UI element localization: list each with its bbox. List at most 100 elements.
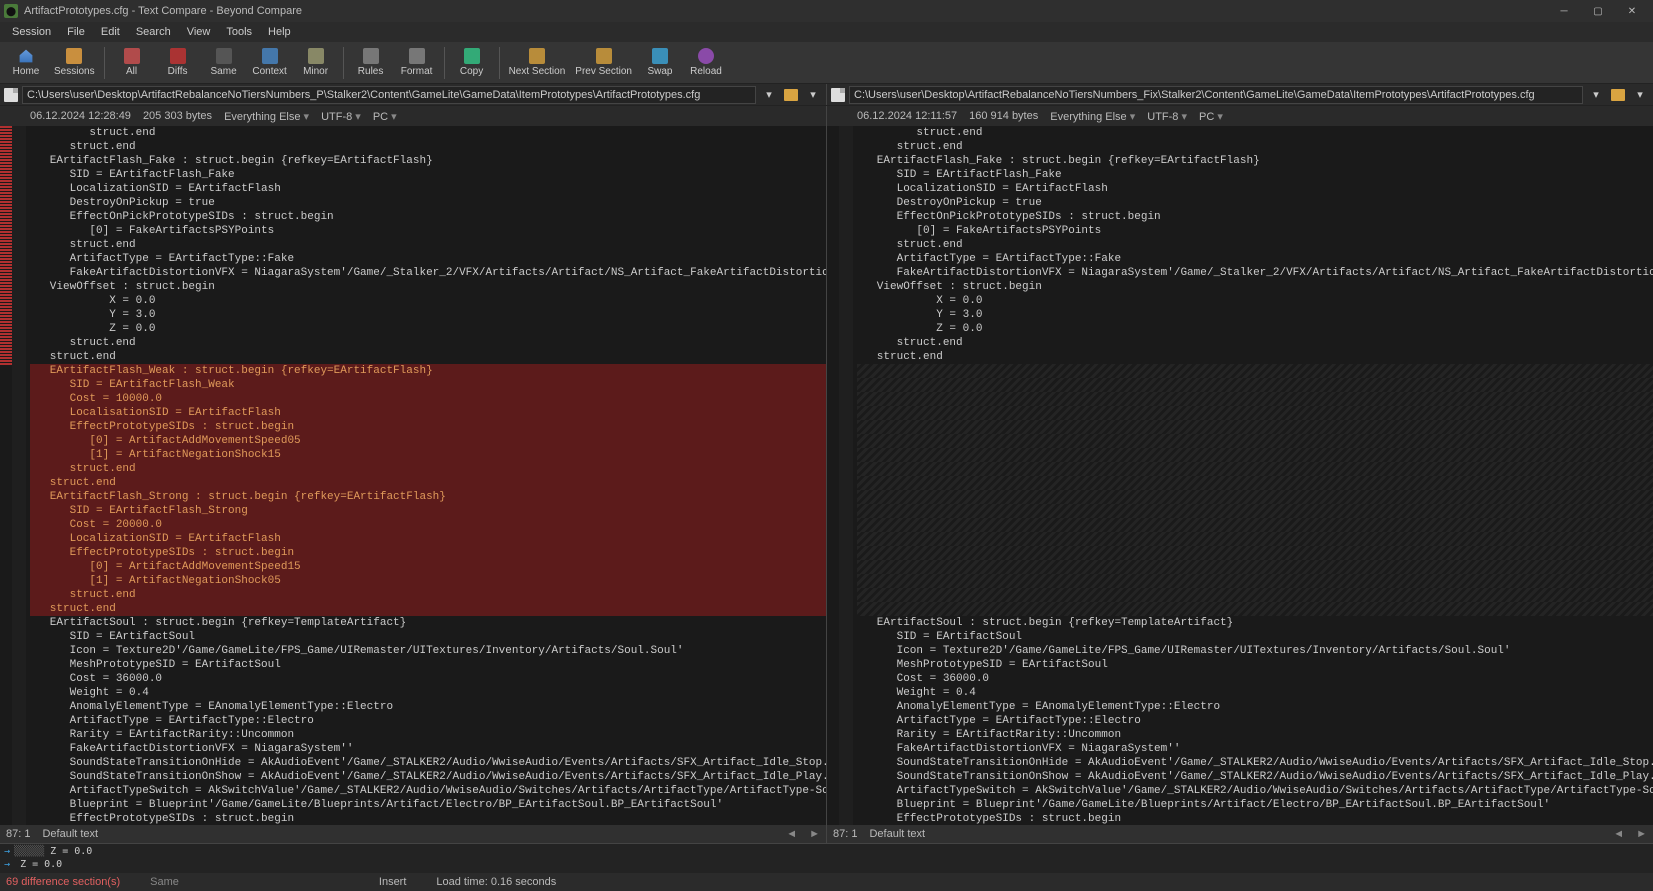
code-line[interactable] bbox=[857, 420, 1653, 434]
code-line[interactable]: EArtifactFlash_Weak : struct.begin {refk… bbox=[30, 364, 826, 378]
thumb-diff-mark[interactable] bbox=[0, 327, 12, 329]
menu-view[interactable]: View bbox=[179, 26, 219, 38]
code-line[interactable]: FakeArtifactDistortionVFX = NiagaraSyste… bbox=[857, 742, 1653, 756]
thumb-diff-mark[interactable] bbox=[0, 303, 12, 305]
code-line[interactable]: ArtifactTypeSwitch = AkSwitchValue'/Game… bbox=[857, 784, 1653, 798]
thumb-diff-mark[interactable] bbox=[0, 348, 12, 350]
thumb-diff-mark[interactable] bbox=[0, 135, 12, 137]
code-line[interactable]: EArtifactSoul : struct.begin {refkey=Tem… bbox=[30, 616, 826, 630]
thumb-diff-mark[interactable] bbox=[0, 276, 12, 278]
code-line[interactable]: Weight = 0.4 bbox=[857, 686, 1653, 700]
code-line[interactable]: Cost = 36000.0 bbox=[30, 672, 826, 686]
thumb-diff-mark[interactable] bbox=[0, 345, 12, 347]
code-line[interactable]: [0] = ArtifactAddMovementSpeed05 bbox=[30, 434, 826, 448]
code-line[interactable]: X = 0.0 bbox=[857, 294, 1653, 308]
code-line[interactable] bbox=[857, 546, 1653, 560]
thumb-diff-mark[interactable] bbox=[0, 363, 12, 365]
code-line[interactable] bbox=[857, 364, 1653, 378]
code-line[interactable]: ArtifactType = EArtifactType::Electro bbox=[30, 714, 826, 728]
code-line[interactable]: EArtifactFlash_Fake : struct.begin {refk… bbox=[30, 154, 826, 168]
thumb-diff-mark[interactable] bbox=[0, 351, 12, 353]
toolbar-home[interactable]: Home bbox=[4, 43, 48, 83]
toolbar-all[interactable]: All bbox=[110, 43, 154, 83]
thumb-diff-mark[interactable] bbox=[0, 315, 12, 317]
code-line[interactable]: EffectOnPickPrototypeSIDs : struct.begin bbox=[857, 210, 1653, 224]
thumb-diff-mark[interactable] bbox=[0, 156, 12, 158]
code-line[interactable]: Z = 0.0 bbox=[857, 322, 1653, 336]
thumb-diff-mark[interactable] bbox=[0, 336, 12, 338]
thumb-diff-mark[interactable] bbox=[0, 225, 12, 227]
code-line[interactable]: EArtifactFlash_Fake : struct.begin {refk… bbox=[857, 154, 1653, 168]
menu-file[interactable]: File bbox=[59, 26, 93, 38]
code-line[interactable]: struct.end bbox=[857, 238, 1653, 252]
code-line[interactable]: AnomalyElementType = EAnomalyElementType… bbox=[30, 700, 826, 714]
menu-session[interactable]: Session bbox=[4, 26, 59, 38]
thumb-diff-mark[interactable] bbox=[0, 279, 12, 281]
code-line[interactable]: EArtifactFlash_Strong : struct.begin {re… bbox=[30, 490, 826, 504]
code-line[interactable]: Blueprint = Blueprint'/Game/GameLite/Blu… bbox=[30, 798, 826, 812]
toolbar-reload[interactable]: Reload bbox=[684, 43, 728, 83]
code-line[interactable]: struct.end bbox=[30, 350, 826, 364]
right-path-menu[interactable]: ▾ bbox=[1631, 86, 1649, 104]
toolbar-context[interactable]: Context bbox=[248, 43, 292, 83]
thumb-diff-mark[interactable] bbox=[0, 267, 12, 269]
right-encoding-dropdown[interactable]: UTF-8 bbox=[1147, 110, 1187, 123]
code-line[interactable]: struct.end bbox=[30, 238, 826, 252]
code-line[interactable]: Cost = 36000.0 bbox=[857, 672, 1653, 686]
toolbar-prev-section[interactable]: Prev Section bbox=[571, 43, 636, 83]
thumb-diff-mark[interactable] bbox=[0, 147, 12, 149]
left-encoding-dropdown[interactable]: UTF-8 bbox=[321, 110, 361, 123]
code-line[interactable]: SID = EArtifactFlash_Fake bbox=[857, 168, 1653, 182]
thumb-diff-mark[interactable] bbox=[0, 192, 12, 194]
thumb-diff-mark[interactable] bbox=[0, 171, 12, 173]
code-line[interactable]: Weight = 0.4 bbox=[30, 686, 826, 700]
code-line[interactable] bbox=[857, 588, 1653, 602]
thumb-diff-mark[interactable] bbox=[0, 228, 12, 230]
code-line[interactable]: [0] = FakeArtifactsPSYPoints bbox=[30, 224, 826, 238]
code-line[interactable]: X = 0.0 bbox=[30, 294, 826, 308]
thumb-diff-mark[interactable] bbox=[0, 180, 12, 182]
thumb-diff-mark[interactable] bbox=[0, 126, 12, 128]
thumb-diff-mark[interactable] bbox=[0, 285, 12, 287]
close-button[interactable]: ✕ bbox=[1615, 0, 1649, 22]
code-line[interactable]: AnomalyElementType = EAnomalyElementType… bbox=[857, 700, 1653, 714]
code-line[interactable] bbox=[857, 406, 1653, 420]
thumb-diff-mark[interactable] bbox=[0, 219, 12, 221]
thumb-diff-mark[interactable] bbox=[0, 354, 12, 356]
center-thumbnail[interactable] bbox=[827, 126, 839, 825]
code-line[interactable]: SID = EArtifactSoul bbox=[30, 630, 826, 644]
code-line[interactable]: ViewOffset : struct.begin bbox=[857, 280, 1653, 294]
thumb-diff-mark[interactable] bbox=[0, 207, 12, 209]
code-line[interactable]: SID = EArtifactSoul bbox=[857, 630, 1653, 644]
thumb-diff-mark[interactable] bbox=[0, 246, 12, 248]
code-line[interactable]: ArtifactTypeSwitch = AkSwitchValue'/Game… bbox=[30, 784, 826, 798]
code-line[interactable]: SID = EArtifactFlash_Strong bbox=[30, 504, 826, 518]
menu-tools[interactable]: Tools bbox=[218, 26, 260, 38]
code-line[interactable]: SID = EArtifactFlash_Fake bbox=[30, 168, 826, 182]
thumb-diff-mark[interactable] bbox=[0, 216, 12, 218]
code-line[interactable]: struct.end bbox=[30, 476, 826, 490]
minimize-button[interactable]: ─ bbox=[1547, 0, 1581, 22]
toolbar-diffs[interactable]: Diffs bbox=[156, 43, 200, 83]
thumb-diff-mark[interactable] bbox=[0, 270, 12, 272]
code-line[interactable]: EArtifactSoul : struct.begin {refkey=Tem… bbox=[857, 616, 1653, 630]
thumb-diff-mark[interactable] bbox=[0, 237, 12, 239]
thumb-diff-mark[interactable] bbox=[0, 210, 12, 212]
code-line[interactable]: FakeArtifactDistortionVFX = NiagaraSyste… bbox=[30, 266, 826, 280]
code-line[interactable]: EffectOnPickPrototypeSIDs : struct.begin bbox=[30, 210, 826, 224]
code-line[interactable]: ArtifactType = EArtifactType::Electro bbox=[857, 714, 1653, 728]
right-scroll-left[interactable]: ◄ bbox=[1613, 828, 1624, 840]
thumb-diff-mark[interactable] bbox=[0, 159, 12, 161]
code-line[interactable]: SoundStateTransitionOnShow = AkAudioEven… bbox=[30, 770, 826, 784]
thumb-diff-mark[interactable] bbox=[0, 198, 12, 200]
thumb-diff-mark[interactable] bbox=[0, 282, 12, 284]
code-line[interactable]: LocalisationSID = EArtifactFlash bbox=[30, 406, 826, 420]
menu-edit[interactable]: Edit bbox=[93, 26, 128, 38]
code-line[interactable]: DestroyOnPickup = true bbox=[30, 196, 826, 210]
code-line[interactable]: Rarity = EArtifactRarity::Uncommon bbox=[857, 728, 1653, 742]
thumb-diff-mark[interactable] bbox=[0, 177, 12, 179]
code-line[interactable]: MeshPrototypeSID = EArtifactSoul bbox=[30, 658, 826, 672]
thumb-diff-mark[interactable] bbox=[0, 201, 12, 203]
code-line[interactable]: EffectPrototypeSIDs : struct.begin bbox=[30, 546, 826, 560]
right-pane[interactable]: struct.end struct.end EArtifactFlash_Fak… bbox=[853, 126, 1653, 825]
